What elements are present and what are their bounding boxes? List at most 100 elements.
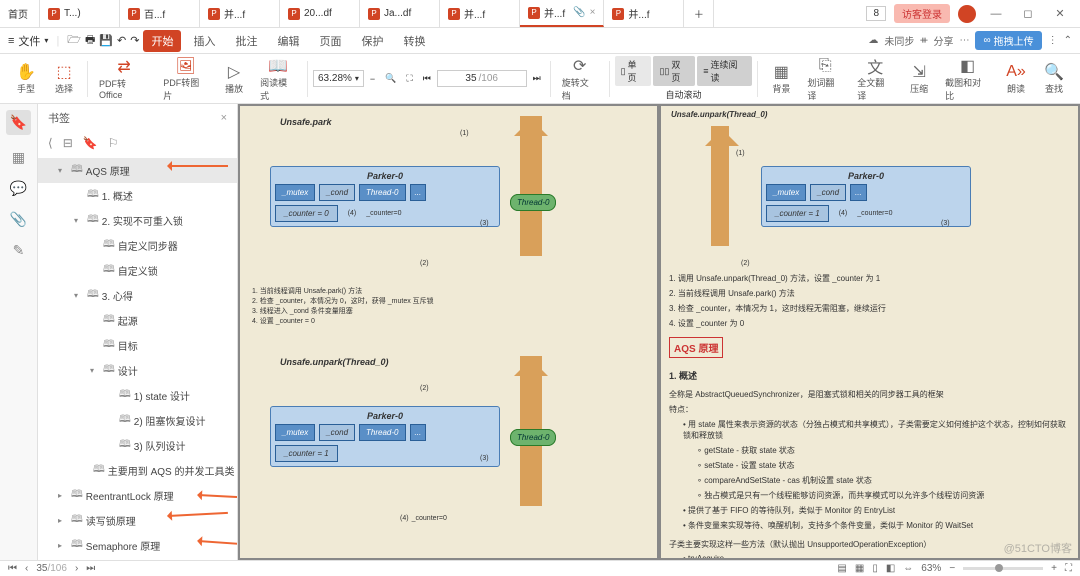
tab-8[interactable]: P并...f [604, 0, 684, 27]
open-icon[interactable]: 🗁 [67, 31, 81, 50]
page-last-icon[interactable]: ⏭ [86, 563, 95, 574]
comments-icon[interactable]: 💬 [10, 180, 27, 197]
tab-2[interactable]: P百...f [120, 0, 200, 27]
page-input[interactable]: 35/106 [437, 70, 527, 87]
view2-icon[interactable]: ▦ [855, 563, 864, 574]
pin-icon[interactable]: 📎 [573, 7, 585, 18]
more-icon[interactable]: ⋯ [959, 35, 969, 46]
page-prev-icon[interactable]: ‹ [25, 563, 28, 574]
bookmark-item[interactable]: 🕮起源 [38, 308, 237, 333]
compare[interactable]: ◧截图和对比 [939, 54, 996, 104]
zoom-input[interactable]: 63.28%▾ [313, 70, 364, 87]
bm-ribbon-icon[interactable]: 🔖 [83, 136, 98, 150]
fullscreen-icon[interactable]: ⛶ [1065, 563, 1072, 574]
upload-button[interactable]: ∞拖拽上传 [975, 31, 1041, 50]
zoom-out-icon[interactable]: − [949, 563, 955, 574]
pdf-to-office[interactable]: ⇄PDF转Office [93, 55, 155, 102]
bookmark-item[interactable]: 🕮主要用到 AQS 的并发工具类 [38, 458, 237, 483]
close-window-icon[interactable]: ✕ [1048, 7, 1072, 20]
tab-4[interactable]: P20...df [280, 0, 360, 27]
tab-5[interactable]: PJa...df [360, 0, 440, 27]
bookmark-item[interactable]: ▾🕮2. 实现不可重入锁 [38, 208, 237, 233]
overflow-icon[interactable]: ⋮ [1048, 35, 1058, 46]
view3-icon[interactable]: ▯ [872, 563, 878, 574]
page-last-icon[interactable]: ⏭ [529, 73, 545, 84]
read-aloud[interactable]: A»朗读 [998, 60, 1034, 97]
menu-protect[interactable]: 保护 [353, 30, 391, 52]
bookmark-item[interactable]: 🕮2) 阻塞恢复设计 [38, 408, 237, 433]
zoom-in-icon[interactable]: + [1051, 563, 1057, 574]
single-page[interactable]: ▯单页 [615, 56, 652, 86]
page-first-icon[interactable]: ⏮ [8, 563, 17, 574]
read-mode[interactable]: 📖阅读模式 [254, 54, 302, 104]
menu-insert[interactable]: 插入 [185, 30, 223, 52]
menu-convert[interactable]: 转换 [395, 30, 433, 52]
bookmark-item[interactable]: ▸🕮Semaphore 原理 [38, 533, 237, 558]
zoom-out-icon[interactable]: − [366, 74, 379, 84]
autoscroll[interactable]: 自动滚动 [615, 88, 753, 101]
double-page[interactable]: ▯▯双页 [653, 56, 695, 86]
continuous[interactable]: ≡连续阅读 [697, 56, 752, 86]
bookmark-item[interactable]: 🕮1. 概述 [38, 183, 237, 208]
view1-icon[interactable]: ▤ [837, 563, 846, 574]
redo-icon[interactable]: ↷ [130, 34, 139, 47]
status-page[interactable]: 35/106 [36, 563, 67, 574]
bookmark-icon[interactable]: 🔖 [6, 110, 31, 135]
collapse-icon[interactable]: ⌃ [1064, 35, 1072, 46]
prev-bm-icon[interactable]: ⟨ [48, 136, 53, 150]
save-icon[interactable]: 💾 [99, 34, 113, 47]
close-icon[interactable]: × [590, 7, 596, 18]
maximize-icon[interactable]: ◻ [1016, 7, 1040, 20]
bookmark-item[interactable]: ▾🕮3. 心得 [38, 283, 237, 308]
bookmark-tree[interactable]: ▾🕮AQS 原理🕮1. 概述▾🕮2. 实现不可重入锁🕮自定义同步器🕮自定义锁▾🕮… [38, 154, 237, 560]
view4-icon[interactable]: ◧ [886, 563, 895, 574]
menu-file[interactable]: 文件▾ [18, 33, 48, 49]
tab-1[interactable]: PT...) [40, 0, 120, 27]
pdf-to-image[interactable]: 🖼PDF转图片 [157, 54, 214, 104]
print-icon[interactable]: 🖶 [85, 31, 95, 50]
bookmark-item[interactable]: 🕮自定义锁 [38, 258, 237, 283]
rotate-button[interactable]: ⟳旋转文档 [556, 54, 604, 104]
fit-icon[interactable]: ⛶ [402, 73, 416, 84]
minimize-icon[interactable]: — [984, 8, 1008, 20]
find[interactable]: 🔍查找 [1036, 60, 1072, 97]
status-zoom[interactable]: 63% [921, 563, 941, 574]
tab-new[interactable]: ＋ [684, 0, 714, 27]
bookmark-item[interactable]: ▸🕮ReentrantLock 原理 [38, 483, 237, 508]
tab-active[interactable]: P并...f📎× [520, 0, 604, 27]
page-next-icon[interactable]: › [75, 563, 78, 574]
attachments-icon[interactable]: 📎 [10, 211, 27, 228]
page-first-icon[interactable]: ⏮ [419, 73, 435, 84]
menu-edit[interactable]: 编辑 [269, 30, 307, 52]
login-button[interactable]: 访客登录 [894, 4, 950, 23]
bm-flag-icon[interactable]: ⚐ [108, 136, 119, 150]
collapse-bm-icon[interactable]: ⊟ [63, 136, 73, 150]
play-button[interactable]: ▷播放 [216, 60, 252, 97]
fit-width-icon[interactable]: ⇔ [903, 563, 913, 574]
undo-icon[interactable]: ↶ [117, 34, 126, 47]
bookmark-item[interactable]: ▾🕮AQS 原理 [38, 158, 237, 183]
bookmark-item[interactable]: 🕮自定义同步器 [38, 233, 237, 258]
thumbnails-icon[interactable]: ▦ [12, 149, 25, 166]
share-icon[interactable]: ᚑ [920, 35, 927, 46]
document-view[interactable]: ◉ Unsafe.park (1) Parker-0 _mutex _cond … [238, 104, 1080, 560]
menu-start[interactable]: 开始 [143, 30, 181, 52]
tab-3[interactable]: P并...f [200, 0, 280, 27]
avatar[interactable] [958, 5, 976, 23]
zoom-slider[interactable] [963, 567, 1043, 570]
tab-home[interactable]: 首页 [0, 0, 40, 27]
bookmark-item[interactable]: 🕮3) 队列设计 [38, 433, 237, 458]
tab-6[interactable]: P并...f [440, 0, 520, 27]
huaci[interactable]: ⎘划词翻译 [801, 54, 849, 104]
background[interactable]: ▦背景 [763, 60, 799, 97]
bookmark-item[interactable]: ▾🕮设计 [38, 358, 237, 383]
signature-icon[interactable]: ✎ [13, 242, 25, 259]
bookmark-item[interactable]: 🕮目标 [38, 333, 237, 358]
compress[interactable]: ⇲压缩 [901, 60, 937, 97]
full-translate[interactable]: 文全文翻译 [851, 54, 899, 104]
select-tool[interactable]: ⬚选择 [46, 60, 82, 97]
menu-page[interactable]: 页面 [311, 30, 349, 52]
cloud-icon[interactable]: ☁ [868, 35, 878, 46]
zoom-in-icon[interactable]: 🔍 [381, 73, 400, 84]
close-panel-icon[interactable]: × [221, 112, 227, 124]
